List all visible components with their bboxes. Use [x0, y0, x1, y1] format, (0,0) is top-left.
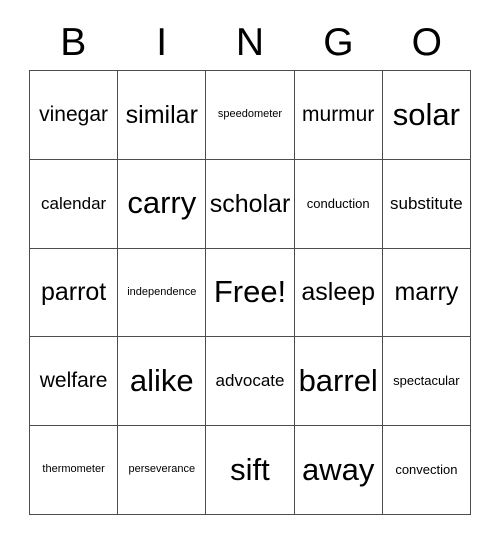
bingo-cell-label: substitute — [390, 193, 463, 213]
bingo-cell-label: independence — [127, 285, 197, 298]
bingo-header-letter-i: I — [156, 20, 168, 64]
bingo-cell-label: away — [302, 451, 375, 487]
bingo-cell[interactable]: alike — [118, 337, 207, 427]
bingo-cell[interactable]: substitute — [382, 159, 471, 249]
bingo-cell-label: calendar — [40, 193, 107, 213]
bingo-cell[interactable]: parrot — [30, 248, 119, 338]
bingo-cell-label: thermometer — [42, 463, 105, 476]
bingo-header-letter-o: O — [411, 20, 442, 64]
bingo-cell[interactable]: welfare — [30, 337, 119, 427]
bingo-cell-label: similar — [125, 100, 198, 129]
bingo-grid: vinegar similar speedometer murmur solar cale… — [29, 70, 471, 515]
bingo-cell-label: sift — [230, 451, 270, 487]
bingo-cell[interactable]: thermometer — [30, 426, 119, 515]
bingo-cell-label: barrel — [298, 363, 378, 399]
bingo-cell[interactable]: similar — [118, 71, 207, 160]
bingo-cell-label: solar — [392, 96, 460, 132]
bingo-cell-label: advocate — [215, 371, 285, 391]
bingo-cell[interactable]: carry — [118, 159, 207, 249]
bingo-cell-label: perseverance — [128, 463, 196, 476]
bingo-cell[interactable]: calendar — [30, 159, 119, 249]
bingo-cell[interactable]: perseverance — [118, 426, 207, 515]
bingo-cell[interactable]: away — [294, 426, 383, 515]
bingo-cell-label: vinegar — [39, 102, 109, 126]
bingo-card: B I N G O vinegar similar speedometer murmu… — [0, 0, 500, 544]
bingo-cell[interactable]: murmur — [294, 71, 383, 160]
bingo-header-letter-b: B — [60, 20, 87, 64]
bingo-cell[interactable]: asleep — [294, 248, 383, 338]
bingo-cell-label: parrot — [40, 278, 107, 307]
bingo-cell[interactable]: conduction — [294, 159, 383, 249]
bingo-cell-label: asleep — [301, 278, 376, 307]
bingo-cell[interactable]: convection — [382, 426, 471, 515]
bingo-cell-label: welfare — [39, 369, 108, 393]
bingo-cell-label: spectacular — [393, 373, 460, 389]
bingo-cell-label: conduction — [306, 195, 370, 211]
bingo-free-space-cell[interactable]: Free! — [206, 248, 295, 338]
bingo-cell-label: murmur — [302, 102, 375, 126]
bingo-cell-label: alike — [129, 363, 194, 399]
bingo-header-row: B I N G O — [29, 14, 471, 70]
bingo-cell[interactable]: independence — [118, 248, 207, 338]
bingo-cell-label: Free! — [213, 274, 287, 310]
bingo-cell[interactable]: marry — [382, 248, 471, 338]
bingo-cell[interactable]: speedometer — [206, 71, 295, 160]
bingo-cell-label: convection — [395, 462, 458, 478]
bingo-cell[interactable]: barrel — [294, 337, 383, 427]
bingo-cell-label: scholar — [209, 189, 291, 218]
bingo-cell[interactable]: spectacular — [382, 337, 471, 427]
bingo-cell[interactable]: scholar — [206, 159, 295, 249]
bingo-cell-label: speedometer — [217, 108, 283, 121]
bingo-cell[interactable]: solar — [382, 71, 471, 160]
bingo-cell-label: carry — [127, 185, 197, 221]
bingo-cell-label: marry — [394, 278, 459, 307]
bingo-cell[interactable]: advocate — [206, 337, 295, 427]
bingo-cell[interactable]: sift — [206, 426, 295, 515]
bingo-header-letter-g: G — [323, 20, 354, 64]
bingo-header-letter-n: N — [235, 20, 265, 64]
bingo-cell[interactable]: vinegar — [30, 71, 119, 160]
